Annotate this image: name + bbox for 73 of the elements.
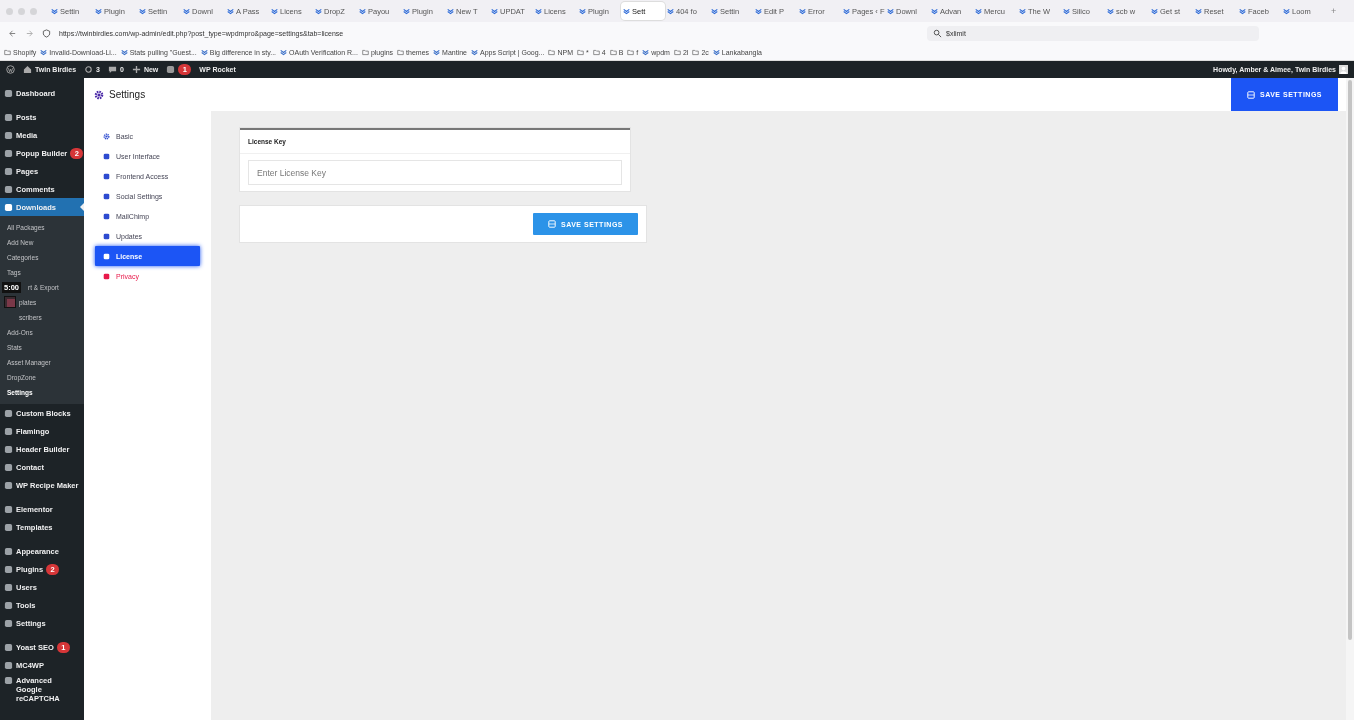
folder-icon	[361, 49, 369, 56]
chevron-icon	[51, 7, 58, 15]
plugin-icon	[166, 65, 176, 74]
chevron-icon	[120, 49, 128, 56]
settings-tab-icon	[103, 152, 110, 160]
plus-icon	[131, 65, 141, 74]
chevron-icon	[1239, 7, 1246, 15]
chevron-icon	[799, 7, 806, 15]
scrollbar[interactable]	[1346, 78, 1354, 720]
chevron-icon	[642, 49, 650, 56]
speech-bubble-icon	[108, 65, 117, 74]
menu-icon	[4, 88, 13, 98]
chevron-icon	[447, 7, 454, 15]
chevron-icon	[579, 7, 586, 15]
chevron-icon	[227, 7, 234, 15]
settings-tab-icon	[103, 232, 110, 240]
chevron-icon	[1151, 7, 1158, 15]
folder-icon	[627, 49, 635, 56]
refresh-icon	[84, 65, 94, 74]
chevron-icon	[623, 7, 630, 15]
folder-icon	[577, 49, 584, 56]
gear-icon	[94, 89, 104, 100]
home-icon	[23, 65, 32, 74]
chevron-icon	[403, 7, 410, 15]
avatar-icon	[1339, 65, 1348, 74]
chevron-icon	[433, 49, 441, 56]
chevron-icon	[315, 7, 322, 15]
chevron-icon	[1063, 7, 1070, 15]
chevron-icon	[712, 49, 720, 56]
gear-icon	[103, 132, 110, 140]
save-icon	[548, 220, 556, 228]
chevron-icon	[887, 7, 894, 15]
folder-icon	[673, 49, 681, 56]
search-icon	[933, 29, 942, 38]
chevron-icon	[535, 7, 542, 15]
chevron-icon	[755, 7, 762, 15]
forward-icon[interactable]	[25, 29, 34, 38]
chevron-icon	[931, 7, 938, 15]
chevron-icon	[491, 7, 498, 15]
settings-tab-icon	[103, 192, 110, 200]
chevron-icon	[280, 49, 288, 56]
chevron-icon	[139, 7, 146, 15]
chevron-icon	[975, 7, 982, 15]
page-title: Settings	[109, 89, 146, 100]
wordpress-logo-icon[interactable]	[6, 65, 15, 74]
chevron-icon	[271, 7, 278, 15]
settings-tab-icon	[103, 252, 110, 260]
folder-icon	[692, 49, 700, 56]
folder-icon	[548, 49, 556, 56]
chevron-icon	[200, 49, 208, 56]
settings-tab-icon	[103, 172, 110, 180]
folder-icon	[609, 49, 617, 56]
video-thumbnail	[4, 296, 16, 308]
save-icon	[1247, 90, 1255, 99]
chevron-icon	[711, 7, 718, 15]
chevron-icon	[1019, 7, 1026, 15]
chevron-icon	[470, 49, 478, 56]
folder-icon	[397, 49, 405, 56]
chevron-icon	[359, 7, 366, 15]
back-icon[interactable]	[8, 29, 17, 38]
chevron-icon	[183, 7, 190, 15]
chevron-icon	[1283, 7, 1290, 15]
chevron-icon	[667, 7, 674, 15]
chevron-icon	[843, 7, 850, 15]
shield-icon	[42, 29, 51, 38]
folder-icon	[4, 49, 11, 56]
chevron-icon	[1107, 7, 1114, 15]
settings-tab-icon	[103, 272, 110, 280]
chevron-icon	[40, 49, 48, 56]
settings-tab-icon	[103, 212, 110, 220]
chevron-icon	[1195, 7, 1202, 15]
license-key-field[interactable]: Enter License Key	[248, 160, 622, 185]
chevron-icon	[95, 7, 102, 15]
